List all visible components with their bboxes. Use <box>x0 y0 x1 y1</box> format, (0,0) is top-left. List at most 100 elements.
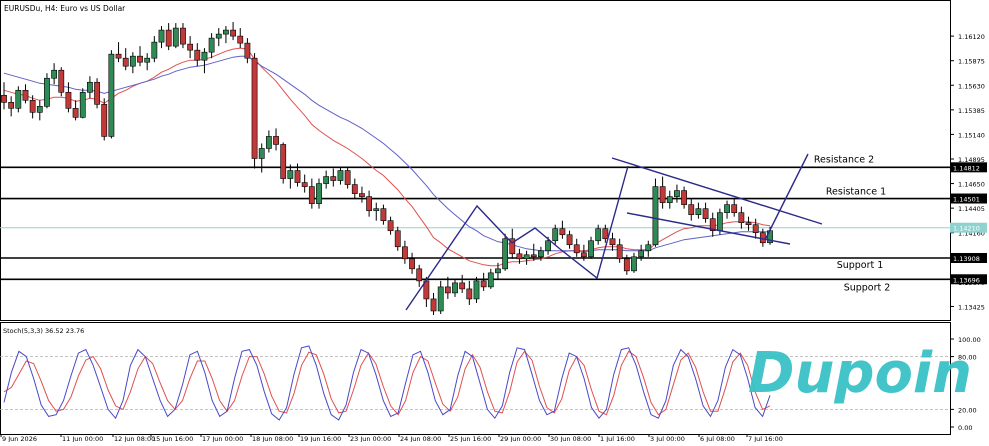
candle <box>215 28 222 47</box>
candle-body-bearish <box>359 193 365 197</box>
candle <box>129 52 136 74</box>
candle-body-bullish <box>495 268 501 274</box>
candle <box>51 63 58 85</box>
candle <box>359 186 365 203</box>
price-tick-label: 1.16120 <box>958 33 985 41</box>
candle-body-bearish <box>759 232 766 244</box>
candle-body-bearish <box>294 170 301 183</box>
candle-body-bullish <box>258 148 265 159</box>
candle <box>437 280 444 314</box>
candle <box>559 220 566 239</box>
candle <box>452 278 458 297</box>
candle-body-bearish <box>480 280 487 288</box>
candle <box>745 216 752 231</box>
candle <box>115 42 122 63</box>
candle <box>387 216 394 235</box>
candle <box>473 276 480 303</box>
time-tick-label: 6 Jul 08:00 <box>700 435 735 442</box>
time-tick-label: 3 Jul 00:00 <box>650 435 685 442</box>
candle <box>724 200 730 219</box>
candle <box>480 272 487 291</box>
time-tick-label: 9 Jun 2026 <box>2 435 37 442</box>
chart-root: EURUSDu, H4: Euro vs US Dollar Resistance… <box>0 0 989 443</box>
candle-body-bullish <box>151 41 158 59</box>
time-tick-label: 18 Jun 08:00 <box>252 435 293 442</box>
candle <box>180 23 186 49</box>
candle <box>273 128 279 151</box>
candle-body-bullish <box>487 272 494 288</box>
candle-body-bearish <box>745 222 752 226</box>
candle <box>230 22 236 41</box>
candle-body-bullish <box>316 183 322 204</box>
candle <box>208 33 215 59</box>
candle-body-bullish <box>158 29 165 43</box>
candle <box>137 46 143 67</box>
candle-body-bearish <box>409 258 415 270</box>
level-name-1: Resistance 2 <box>814 154 874 165</box>
candle <box>79 88 86 119</box>
candle-body-bearish <box>516 253 523 260</box>
candle-body-bullish <box>552 228 559 242</box>
candle <box>430 292 437 315</box>
candle-body-bullish <box>437 286 444 312</box>
candle-body-bullish <box>545 240 551 252</box>
candle <box>258 143 265 173</box>
time-tick-label: 1 Jul 16:00 <box>600 435 635 442</box>
candle-body-bearish <box>122 57 129 67</box>
candle-body-bearish <box>623 258 630 272</box>
candle <box>301 174 308 193</box>
candle-body-bearish <box>137 55 143 63</box>
candle <box>22 84 29 104</box>
candle <box>588 236 594 259</box>
candle-body-bullish <box>473 280 480 300</box>
candle <box>223 26 229 44</box>
candle-body-bullish <box>15 89 22 109</box>
price-tick-label: 1.15875 <box>958 58 985 66</box>
candle-body-bullish <box>724 204 730 213</box>
candle-body-bearish <box>101 104 108 137</box>
candle-body-bearish <box>308 186 315 204</box>
candle-body-bearish <box>459 282 466 290</box>
time-tick-label: 19 Jun 16:00 <box>300 435 341 442</box>
candle-body-bullish <box>108 53 115 137</box>
candle-body-bullish <box>502 238 509 270</box>
candle-body-bearish <box>430 298 437 312</box>
candle <box>165 23 172 51</box>
candle-body-bearish <box>573 244 580 254</box>
candle <box>351 178 358 199</box>
candle <box>573 238 580 257</box>
time-tick-label: 24 Jun 08:00 <box>400 435 441 442</box>
candle <box>194 43 201 67</box>
main-panel-border <box>0 0 951 321</box>
candle-body-bearish <box>251 57 258 159</box>
candle-body-bearish <box>752 224 759 234</box>
price-tick-label: 1.15385 <box>958 107 985 115</box>
candle-body-bullish <box>51 69 58 79</box>
candle <box>373 202 380 221</box>
candle <box>58 67 65 97</box>
stoch-tick-label: 0.00 <box>958 424 972 432</box>
price-tick-label: 1.15140 <box>958 131 985 139</box>
candle <box>44 73 50 109</box>
candle <box>15 86 22 113</box>
candle-body-bearish <box>280 144 287 179</box>
candle-body-bearish <box>394 230 401 248</box>
level-price-label-4: 1.13696 <box>953 276 980 284</box>
candle-body-bullish <box>674 190 680 197</box>
price-tick-label: 1.14650 <box>958 181 985 189</box>
candle-body-bearish <box>466 288 473 300</box>
candle-body-bearish <box>351 184 358 194</box>
candle-body-bearish <box>401 246 408 260</box>
candle-body-bearish <box>731 204 738 213</box>
candle <box>316 178 322 209</box>
candle <box>287 164 294 189</box>
candle-body-bullish <box>36 106 43 113</box>
candle-body-bullish <box>265 136 272 149</box>
candle <box>8 96 15 117</box>
candle-body-bearish <box>165 29 172 47</box>
candle-body-bearish <box>681 190 687 205</box>
candle-body-bullish <box>287 170 294 179</box>
price-tick-label: 1.13425 <box>958 303 985 311</box>
candle-body-bearish <box>580 252 587 258</box>
candle <box>108 50 115 139</box>
